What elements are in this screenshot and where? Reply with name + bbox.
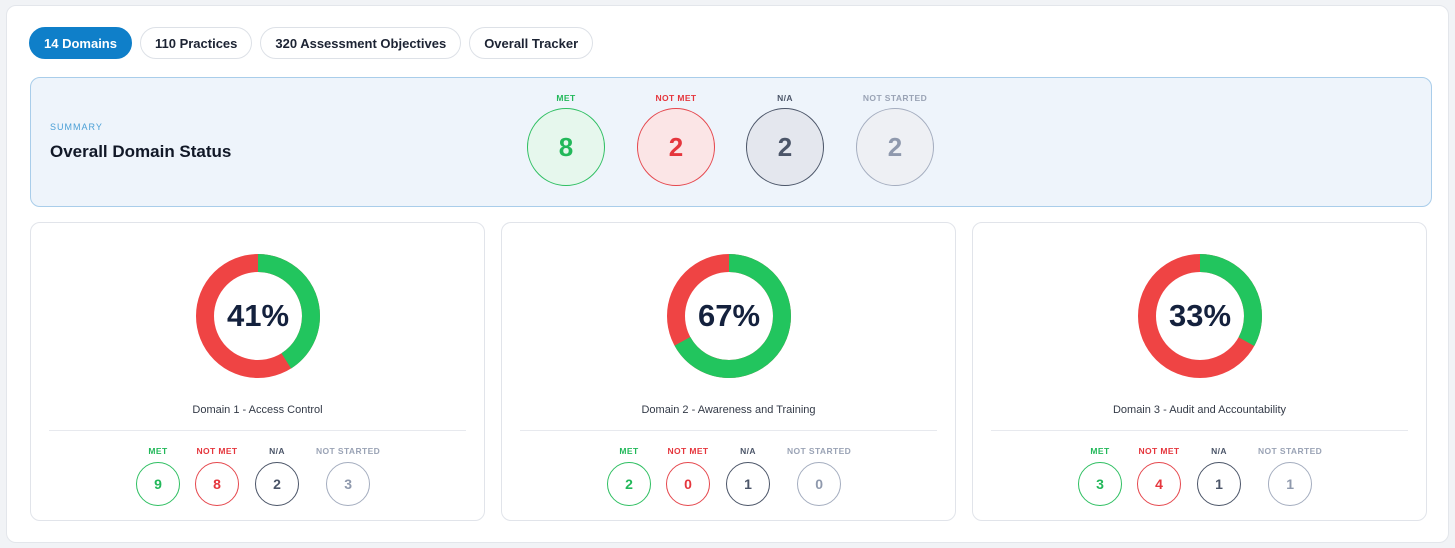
not-started-count: 1 (1268, 462, 1313, 506)
met-count: 3 (1078, 462, 1122, 506)
tab-practices[interactable]: 110 Practices (139, 27, 253, 59)
donut-percent: 67% (697, 298, 761, 333)
domain-na-stat: N/A 2 (255, 445, 299, 506)
domain-na-stat: N/A 1 (1197, 445, 1241, 506)
met-count: 2 (607, 462, 651, 506)
not-met-count: 2 (637, 108, 715, 186)
met-label: MET (556, 93, 576, 103)
met-count: 9 (136, 462, 180, 506)
not-met-count: 8 (195, 462, 239, 506)
na-count: 2 (746, 108, 824, 186)
domain-name: Domain 2 - Awareness and Training (641, 404, 816, 416)
summary-title: Overall Domain Status (50, 142, 232, 161)
divider (49, 430, 466, 431)
not-started-count: 2 (856, 108, 934, 186)
domain-met-stat: MET 2 (607, 445, 651, 506)
summary-na-stat: N/A 2 (746, 92, 824, 186)
tab-bar: 14 Domains 110 Practices 320 Assessment … (29, 27, 594, 59)
divider (991, 430, 1408, 431)
not-met-count: 4 (1137, 462, 1181, 506)
domain-donut-chart: 33% (1135, 251, 1265, 381)
met-label: MET (148, 446, 168, 456)
domain-not-met-stat: NOT MET 4 (1137, 445, 1181, 506)
not-met-count: 0 (666, 462, 710, 506)
domain-na-stat: N/A 1 (726, 445, 770, 506)
summary-not-met-stat: NOT MET 2 (637, 92, 715, 186)
domain-card[interactable]: 41% Domain 1 - Access Control MET 9 NOT … (30, 222, 485, 521)
not-met-label: NOT MET (1138, 446, 1180, 456)
domain-not-met-stat: NOT MET 8 (195, 445, 239, 506)
na-label: N/A (1211, 446, 1227, 456)
not-met-label: NOT MET (196, 446, 238, 456)
donut-percent: 33% (1168, 298, 1232, 333)
na-count: 1 (1197, 462, 1241, 506)
domain-not-started-stat: NOT STARTED 1 (1258, 445, 1322, 506)
domain-not-met-stat: NOT MET 0 (666, 445, 710, 506)
not-started-count: 0 (797, 462, 842, 506)
not-started-label: NOT STARTED (862, 93, 928, 103)
not-met-label: NOT MET (667, 446, 709, 456)
na-count: 2 (255, 462, 299, 506)
domain-name: Domain 3 - Audit and Accountability (1112, 404, 1287, 416)
tab-assessment-objectives[interactable]: 320 Assessment Objectives (260, 27, 462, 59)
na-label: N/A (269, 446, 285, 456)
tab-domains[interactable]: 14 Domains (29, 27, 132, 59)
divider (520, 430, 937, 431)
domain-card[interactable]: 33% Domain 3 - Audit and Accountability … (972, 222, 1427, 521)
tab-overall-tracker[interactable]: Overall Tracker (469, 27, 594, 59)
summary-met-stat: MET 8 (527, 92, 605, 186)
domain-not-started-stat: NOT STARTED 0 (787, 445, 851, 506)
na-count: 1 (726, 462, 770, 506)
not-started-label: NOT STARTED (1258, 446, 1323, 456)
summary-not-started-stat: NOT STARTED 2 (856, 92, 934, 186)
summary-eyebrow: SUMMARY (50, 122, 103, 132)
domain-donut-chart: 41% (193, 251, 323, 381)
not-started-label: NOT STARTED (316, 446, 381, 456)
not-started-count: 3 (326, 462, 371, 506)
na-label: N/A (777, 93, 793, 103)
domain-not-started-stat: NOT STARTED 3 (316, 445, 380, 506)
domain-name: Domain 1 - Access Control (192, 404, 323, 416)
not-met-label: NOT MET (655, 93, 697, 103)
domain-met-stat: MET 9 (136, 445, 180, 506)
met-label: MET (619, 446, 639, 456)
met-count: 8 (527, 108, 605, 186)
domain-card[interactable]: 67% Domain 2 - Awareness and Training ME… (501, 222, 956, 521)
not-started-label: NOT STARTED (787, 446, 852, 456)
domain-met-stat: MET 3 (1078, 445, 1122, 506)
na-label: N/A (740, 446, 756, 456)
met-label: MET (1090, 446, 1110, 456)
summary-panel: SUMMARY Overall Domain Status MET 8 NOT … (30, 77, 1432, 207)
dashboard-frame: 14 Domains 110 Practices 320 Assessment … (6, 5, 1449, 543)
donut-percent: 41% (226, 298, 290, 333)
domain-donut-chart: 67% (664, 251, 794, 381)
